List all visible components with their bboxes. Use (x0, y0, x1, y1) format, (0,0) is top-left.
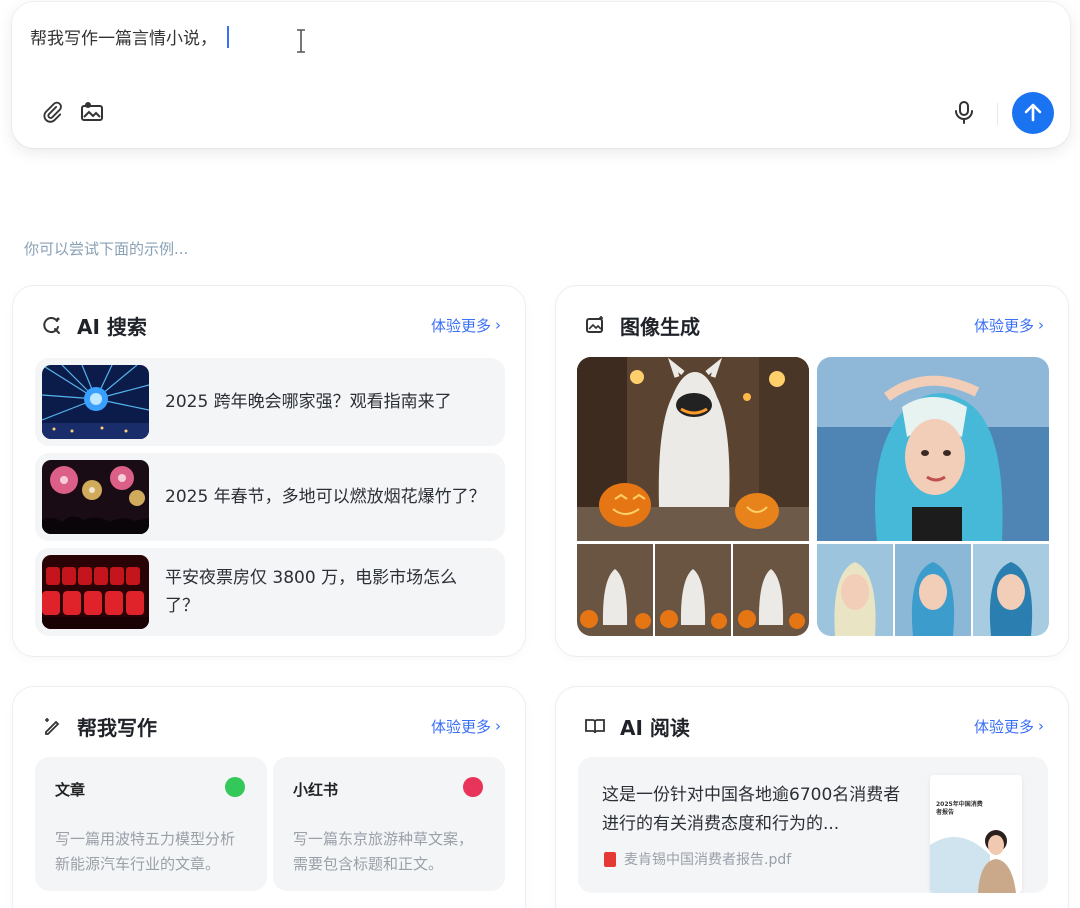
write-assistant-more-link[interactable]: 体验更多 › (431, 716, 501, 737)
news-headline: 2025 跨年晚会哪家强？观看指南来了 (165, 392, 452, 412)
write-assistant-title: 帮我写作 (77, 715, 157, 740)
ai-reading-more-label[interactable]: 体验更多 (974, 716, 1034, 737)
news-thumbnail-image (42, 365, 149, 439)
write-assistant-card: 帮我写作 体验更多 › 文章 写一篇用波特五力模型分析新能源汽车行业的文章。 小红… (12, 686, 526, 908)
article-icon (225, 777, 245, 797)
news-thumbnail-image (42, 555, 149, 629)
image-generation-more-link[interactable]: 体验更多 › (974, 315, 1044, 336)
write-example-article[interactable]: 文章 写一篇用波特五力模型分析新能源汽车行业的文章。 (35, 757, 267, 891)
reading-summary: 这是一份针对中国各地逾6700名消费者进行的有关消费态度和行为的... (602, 785, 901, 834)
ai-reading-card: AI 阅读 体验更多 › 这是一份针对中国各地逾6700名消费者进行的有关消费态度… (555, 686, 1069, 908)
write-example-title: 文章 (55, 781, 86, 799)
news-item[interactable]: 2025 年春节，多地可以燃放烟花爆竹了？ (35, 453, 505, 541)
ai-search-more-label[interactable]: 体验更多 (431, 315, 491, 336)
ai-reading-title: AI 阅读 (620, 715, 690, 740)
report-cover-image: 2025年中国消费者报告 (930, 775, 1022, 893)
xiaohongshu-icon (463, 777, 483, 797)
news-item[interactable]: 平安夜票房仅 3800 万，电影市场怎么了？ (35, 548, 505, 636)
write-example-desc: 写一篇用波特五力模型分析新能源汽车行业的文章。 (55, 830, 236, 873)
pen-sparkle-icon (41, 715, 63, 737)
text-caret (227, 26, 229, 48)
chevron-right-icon: › (1038, 316, 1044, 334)
microphone-icon[interactable] (950, 98, 978, 126)
reading-file: 麦肯锡中国消费者报告.pdf (604, 849, 791, 869)
chevron-right-icon: › (495, 316, 501, 334)
examples-hint: 你可以尝试下面的示例... (24, 240, 189, 258)
chevron-right-icon: › (1038, 717, 1044, 735)
ibeam-cursor-icon (297, 29, 305, 53)
attachment-icon[interactable] (38, 98, 66, 126)
news-item[interactable]: 2025 跨年晚会哪家强？观看指南来了 (35, 358, 505, 446)
news-headline: 2025 年春节，多地可以燃放烟花爆竹了？ (165, 487, 486, 507)
news-headline: 平安夜票房仅 3800 万，电影市场怎么了？ (165, 568, 458, 616)
reading-file-name: 麦肯锡中国消费者报告.pdf (624, 852, 792, 868)
write-assistant-more-label[interactable]: 体验更多 (431, 716, 491, 737)
news-thumbnail-image (42, 460, 149, 534)
image-generation-card: 图像生成 体验更多 › (555, 285, 1069, 657)
ai-search-more-link[interactable]: 体验更多 › (431, 315, 501, 336)
toolbar-divider (997, 103, 998, 125)
chat-input-card: 帮我写作一篇言情小说， (12, 2, 1070, 148)
portrait-gallery[interactable] (817, 357, 1049, 636)
ghost-pumpkin-gallery[interactable] (577, 357, 809, 636)
ai-reading-more-link[interactable]: 体验更多 › (974, 716, 1044, 737)
chat-input-value[interactable]: 帮我写作一篇言情小说， (30, 29, 217, 49)
send-arrow-icon (1024, 103, 1042, 122)
write-example-desc: 写一篇东京旅游种草文案，需要包含标题和正文。 (293, 830, 474, 873)
image-upload-icon[interactable] (78, 98, 106, 126)
ai-search-card: AI 搜索 体验更多 › 2025 跨年晚会哪家强？观看指南来了 2025 年春… (12, 285, 526, 657)
ai-search-title: AI 搜索 (77, 314, 147, 339)
chevron-right-icon: › (495, 717, 501, 735)
reading-example[interactable]: 这是一份针对中国各地逾6700名消费者进行的有关消费态度和行为的... 麦肯锡中… (578, 757, 1048, 893)
pdf-icon (604, 851, 616, 867)
book-icon (584, 715, 606, 737)
send-button[interactable] (1012, 92, 1054, 134)
image-sparkle-icon (584, 314, 606, 336)
image-generation-more-label[interactable]: 体验更多 (974, 315, 1034, 336)
search-refresh-icon (41, 314, 63, 336)
image-generation-title: 图像生成 (620, 314, 700, 339)
chat-input[interactable]: 帮我写作一篇言情小说， (30, 24, 229, 49)
write-example-xiaohongshu[interactable]: 小红书 写一篇东京旅游种草文案，需要包含标题和正文。 (273, 757, 505, 891)
write-example-title: 小红书 (293, 781, 339, 799)
